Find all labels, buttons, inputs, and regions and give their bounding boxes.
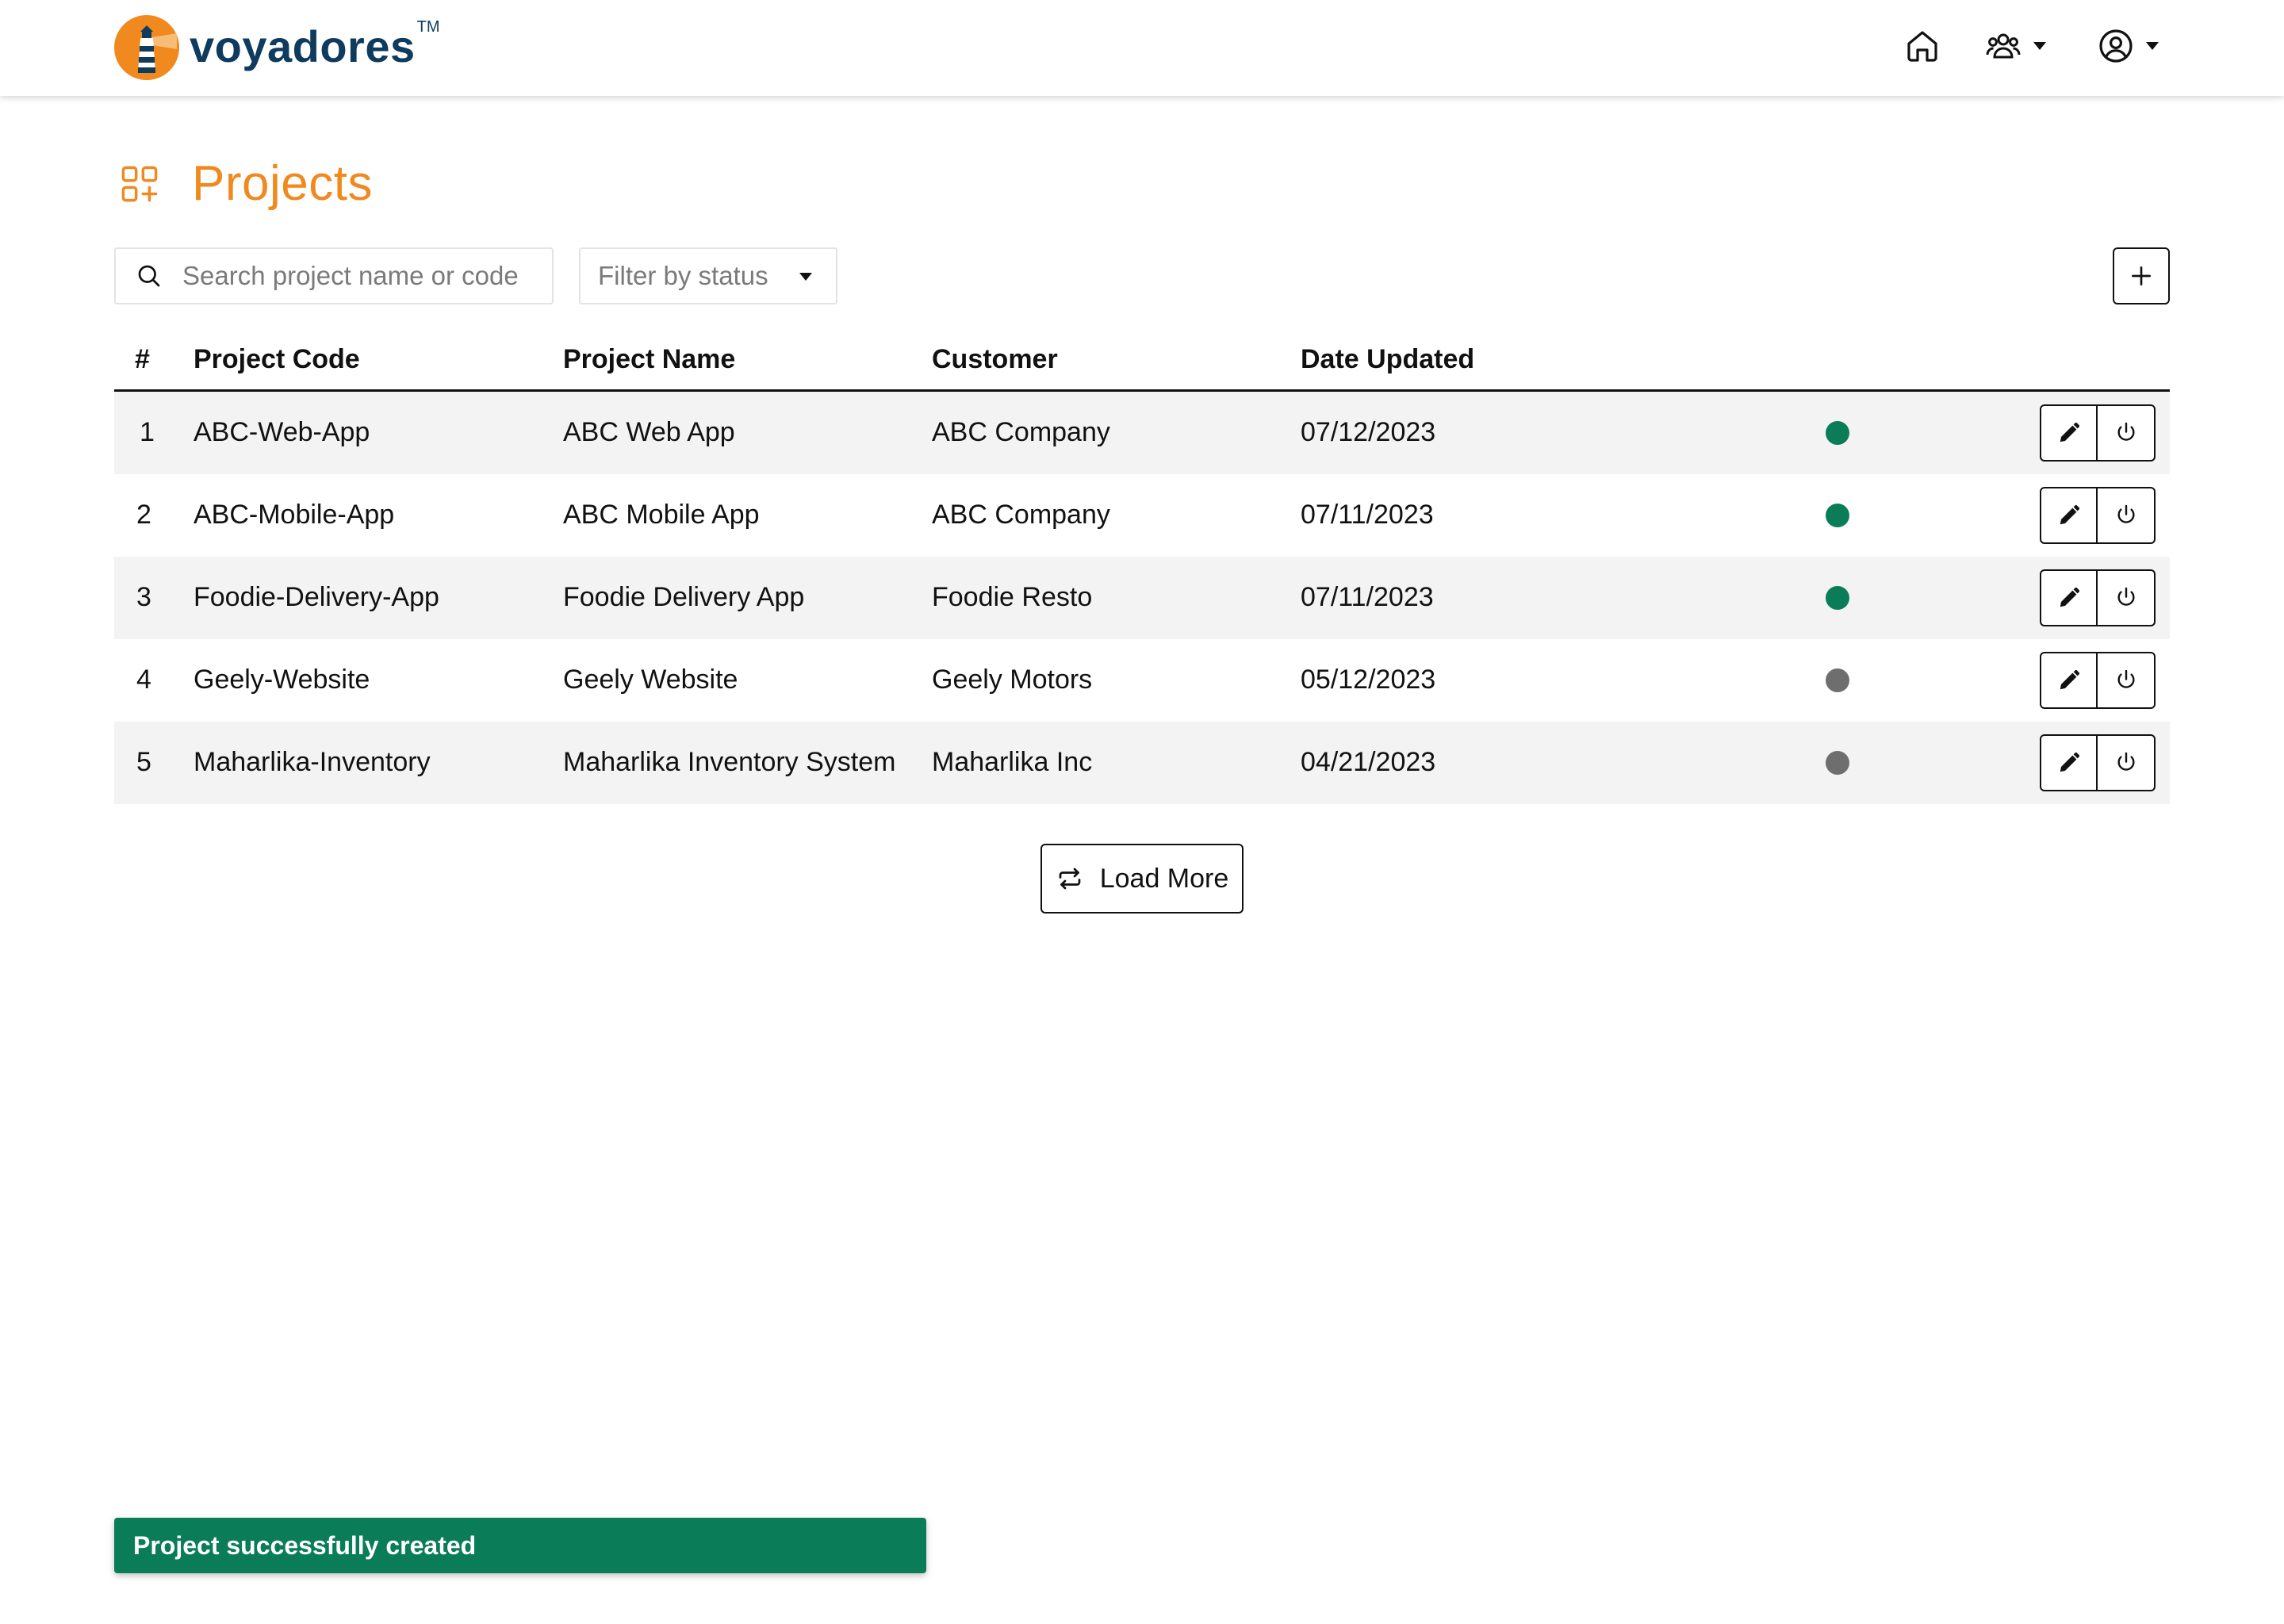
column-header-project-name: Project Name xyxy=(563,344,736,374)
edit-button[interactable] xyxy=(2041,571,2098,625)
project-code-cell: Foodie-Delivery-App xyxy=(194,582,439,612)
load-more-label: Load More xyxy=(1099,863,1229,894)
status-active-indicator xyxy=(1826,504,1849,527)
search-field[interactable] xyxy=(114,247,554,304)
table-row[interactable]: 3 Foodie-Delivery-App Foodie Delivery Ap… xyxy=(114,557,2170,639)
project-name-cell: ABC Mobile App xyxy=(563,500,760,530)
customer-cell: Geely Motors xyxy=(932,665,1093,695)
trademark-mark: TM xyxy=(416,17,440,36)
plus-icon xyxy=(2132,266,2151,285)
column-header-project-code: Project Code xyxy=(194,344,360,374)
project-code-cell: ABC-Mobile-App xyxy=(194,500,395,530)
row-number: 2 xyxy=(136,500,151,530)
date-updated-cell: 05/12/2023 xyxy=(1301,665,1436,695)
date-updated-cell: 07/11/2023 xyxy=(1301,500,1434,530)
edit-button[interactable] xyxy=(2041,653,2098,707)
project-code-cell: Geely-Website xyxy=(194,665,370,695)
status-filter-select[interactable]: Filter by status xyxy=(579,247,837,304)
power-icon xyxy=(2117,587,2135,606)
project-code-cell: Maharlika-Inventory xyxy=(194,747,431,777)
project-name-cell: Foodie Delivery App xyxy=(563,582,805,612)
success-toast: Project successfully created xyxy=(114,1518,926,1573)
column-header-num: # xyxy=(135,344,150,374)
pencil-icon xyxy=(2060,669,2079,690)
chevron-down-icon xyxy=(799,273,812,281)
status-active-indicator xyxy=(1826,586,1849,610)
toggle-power-button[interactable] xyxy=(2098,571,2154,625)
load-more-button[interactable]: Load More xyxy=(1040,844,1244,914)
search-icon xyxy=(138,265,160,287)
column-header-date-updated: Date Updated xyxy=(1301,344,1475,374)
project-code-cell: ABC-Web-App xyxy=(194,417,370,447)
toggle-power-button[interactable] xyxy=(2098,406,2154,460)
customer-cell: ABC Company xyxy=(932,500,1110,530)
toast-message: Project successfully created xyxy=(133,1530,477,1560)
power-icon xyxy=(2117,752,2135,771)
row-actions xyxy=(2040,734,2156,791)
status-inactive-indicator xyxy=(1826,668,1849,692)
user-menu-button[interactable] xyxy=(2097,27,2159,65)
project-name-cell: Geely Website xyxy=(563,665,738,695)
customer-cell: Maharlika Inc xyxy=(932,747,1093,777)
apps-add-icon xyxy=(121,166,158,201)
repeat-arrows-icon xyxy=(1059,868,1081,890)
brand-logo-link[interactable]: voyadores TM xyxy=(113,14,440,81)
table-row[interactable]: 1 ABC-Web-App ABC Web App ABC Company 07… xyxy=(114,392,2170,474)
pencil-icon xyxy=(2060,752,2079,772)
column-header-customer: Customer xyxy=(932,344,1058,374)
power-icon xyxy=(2117,504,2135,523)
table-header: # Project Code Project Name Customer Dat… xyxy=(114,333,2170,392)
pencil-icon xyxy=(2060,587,2079,607)
team-icon xyxy=(1986,33,2021,59)
pencil-icon xyxy=(2060,504,2079,525)
power-icon xyxy=(2117,669,2135,688)
row-number: 1 xyxy=(140,417,155,447)
team-menu-button[interactable] xyxy=(1984,27,2046,65)
page-header: Projects xyxy=(119,155,373,212)
edit-button[interactable] xyxy=(2041,406,2098,460)
toggle-power-button[interactable] xyxy=(2098,736,2154,790)
edit-button[interactable] xyxy=(2041,736,2098,790)
status-filter-placeholder: Filter by status xyxy=(598,261,768,290)
toggle-power-button[interactable] xyxy=(2098,653,2154,707)
project-name-cell: ABC Web App xyxy=(563,417,735,447)
row-number: 3 xyxy=(136,582,151,612)
power-icon xyxy=(2117,422,2135,441)
top-navbar: voyadores TM xyxy=(0,0,2284,96)
lighthouse-logo-icon xyxy=(114,15,179,80)
page-title: Projects xyxy=(192,156,373,211)
row-actions xyxy=(2040,487,2156,544)
table-row[interactable]: 2 ABC-Mobile-App ABC Mobile App ABC Comp… xyxy=(114,474,2170,557)
customer-cell: Foodie Resto xyxy=(932,582,1093,612)
customer-cell: ABC Company xyxy=(932,417,1110,447)
project-name-cell: Maharlika Inventory System xyxy=(563,747,896,777)
date-updated-cell: 04/21/2023 xyxy=(1301,747,1436,777)
search-input[interactable] xyxy=(182,261,531,291)
pencil-icon xyxy=(2060,422,2079,442)
toggle-power-button[interactable] xyxy=(2098,488,2154,542)
table-row[interactable]: 5 Maharlika-Inventory Maharlika Inventor… xyxy=(114,722,2170,804)
row-actions xyxy=(2040,404,2156,462)
date-updated-cell: 07/11/2023 xyxy=(1301,582,1434,612)
chevron-down-icon xyxy=(2033,42,2046,50)
home-icon xyxy=(1907,31,1937,62)
row-number: 4 xyxy=(136,665,151,695)
brand-name: voyadores xyxy=(190,21,416,71)
status-inactive-indicator xyxy=(1826,751,1849,775)
row-actions xyxy=(2040,569,2156,626)
row-actions xyxy=(2040,652,2156,709)
date-updated-cell: 07/12/2023 xyxy=(1301,417,1436,447)
home-button[interactable] xyxy=(1903,27,1941,65)
chevron-down-icon xyxy=(2146,42,2159,50)
edit-button[interactable] xyxy=(2041,488,2098,542)
user-circle-icon xyxy=(2099,29,2133,63)
row-number: 5 xyxy=(136,747,151,777)
projects-table: # Project Code Project Name Customer Dat… xyxy=(114,333,2170,804)
table-row[interactable]: 4 Geely-Website Geely Website Geely Moto… xyxy=(114,639,2170,722)
status-active-indicator xyxy=(1826,421,1849,445)
add-project-button[interactable] xyxy=(2113,247,2170,304)
